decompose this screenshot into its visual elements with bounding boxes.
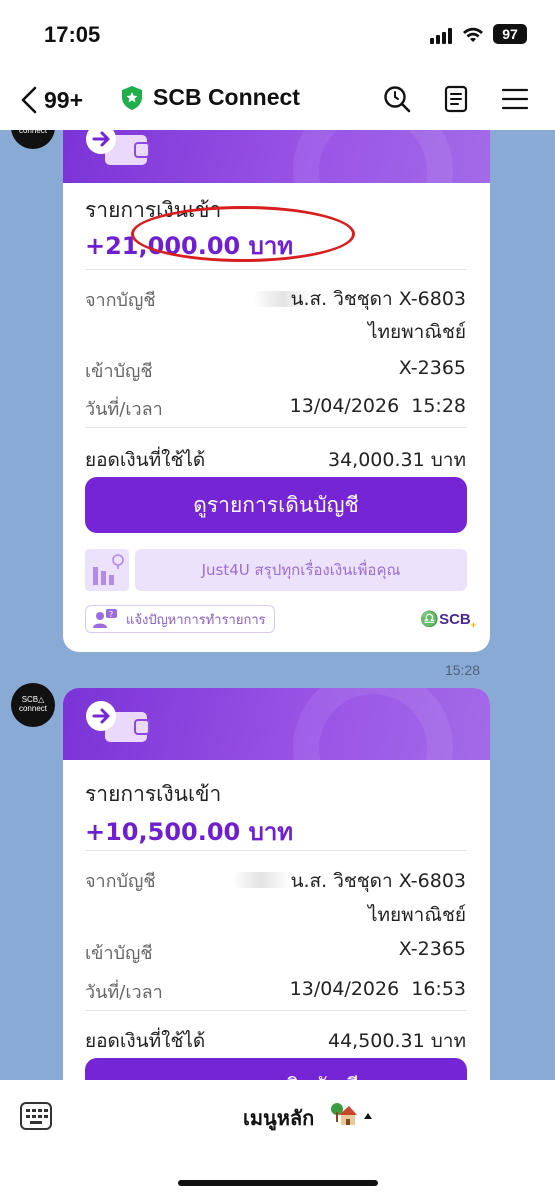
battery-indicator: 97 (493, 24, 527, 44)
balance-label: ยอดเงินที่ใช้ได้ (85, 1030, 206, 1052)
from-account-label: จากบัญชี (85, 871, 156, 892)
just4u-chart-icon[interactable] (85, 549, 129, 591)
from-bank: ไทยพาณิชย์ (367, 321, 466, 343)
bot-avatar[interactable]: SCB△ connect (11, 683, 55, 727)
main-menu-label[interactable]: เมนูหลัก (243, 1102, 314, 1134)
notes-icon[interactable] (441, 84, 471, 114)
datetime-value: 13/04/2026 16:53 (289, 978, 466, 1000)
verified-shield-icon (122, 86, 142, 110)
view-statement-button[interactable]: ดูรายการเดินบัญชี (85, 1058, 467, 1080)
status-bar: 17:05 97 (0, 0, 555, 70)
menu-icon[interactable] (500, 84, 530, 114)
wifi-icon (463, 27, 483, 42)
chat-area[interactable]: SCB△ connect รายการเงินเข้า +21,000.00 บ… (0, 130, 555, 1080)
bottom-menu-bar: เมนูหลัก (0, 1080, 555, 1200)
transaction-card: รายการเงินเข้า +21,000.00 บาท จากบัญชี น… (63, 130, 490, 652)
avatar-text: SCB△ (21, 695, 45, 704)
from-bank: ไทยพาณิชย์ (367, 904, 466, 926)
message-timestamp: 15:28 (444, 662, 480, 678)
to-account-label: เข้าบัญชี (85, 361, 153, 382)
home-indicator (178, 1180, 378, 1186)
brand-text: SCB (439, 611, 471, 628)
chevron-left-icon (21, 86, 37, 114)
keyboard-icon[interactable] (20, 1102, 52, 1130)
to-account: X-2365 (398, 938, 466, 960)
search-icon[interactable] (382, 84, 412, 114)
view-statement-button[interactable]: ดูรายการเดินบัญชี (85, 477, 467, 533)
transaction-amount: +10,500.00 บาท (85, 818, 294, 846)
chat-title: SCB Connect (153, 84, 300, 110)
balance-value: 44,500.31 บาท (328, 1030, 466, 1052)
report-problem-button[interactable]: ? แจ้งปัญหาการทำรายการ (85, 605, 275, 633)
expand-triangle-icon[interactable] (364, 1113, 372, 1119)
back-button[interactable]: 99+ (18, 82, 98, 118)
transaction-card: รายการเงินเข้า +10,500.00 บาท จากบัญชี น… (63, 688, 490, 1080)
balance-value: 34,000.31 บาท (328, 449, 466, 471)
scb-plus-logo: ♎SCB+ (420, 611, 476, 630)
bot-avatar[interactable]: SCB△ connect (11, 130, 55, 149)
divider (85, 269, 467, 270)
divider (85, 850, 467, 851)
balance-label: ยอดเงินที่ใช้ได้ (85, 449, 206, 471)
card-banner (63, 130, 490, 183)
datetime-value: 13/04/2026 15:28 (289, 395, 466, 417)
unread-count: 99+ (44, 86, 84, 113)
report-problem-label: แจ้งปัญหาการทำรายการ (126, 612, 266, 628)
from-account-name: น.ส. วิชชุดา X-6803 (290, 288, 467, 310)
avatar-text: connect (18, 704, 48, 713)
chat-header: 99+ SCB Connect (0, 70, 555, 130)
to-account: X-2365 (398, 357, 466, 379)
redacted-blur (231, 872, 291, 888)
from-account-name: น.ส. วิชชุดา X-6803 (290, 870, 467, 892)
just4u-banner[interactable]: Just4U สรุปทุกเรื่องเงินเพื่อคุณ (135, 549, 467, 591)
from-account-label: จากบัญชี (85, 290, 156, 311)
card-banner (63, 688, 490, 760)
status-time: 17:05 (44, 22, 101, 47)
transaction-heading: รายการเงินเข้า (85, 782, 222, 806)
red-highlight-ellipse (131, 206, 355, 262)
avatar-text: connect (18, 130, 48, 135)
datetime-label: วันที่/เวลา (85, 982, 163, 1003)
wallet-incoming-icon (86, 130, 150, 165)
divider (85, 427, 467, 428)
divider (85, 1010, 467, 1011)
house-icon[interactable] (330, 1100, 358, 1128)
datetime-label: วันที่/เวลา (85, 399, 163, 420)
svg-text:?: ? (109, 610, 113, 619)
wallet-incoming-icon (86, 701, 150, 742)
cellular-signal-icon (430, 28, 456, 44)
brand-suffix: + (470, 620, 476, 630)
support-person-icon: ? (93, 609, 117, 628)
to-account-label: เข้าบัญชี (85, 943, 153, 964)
